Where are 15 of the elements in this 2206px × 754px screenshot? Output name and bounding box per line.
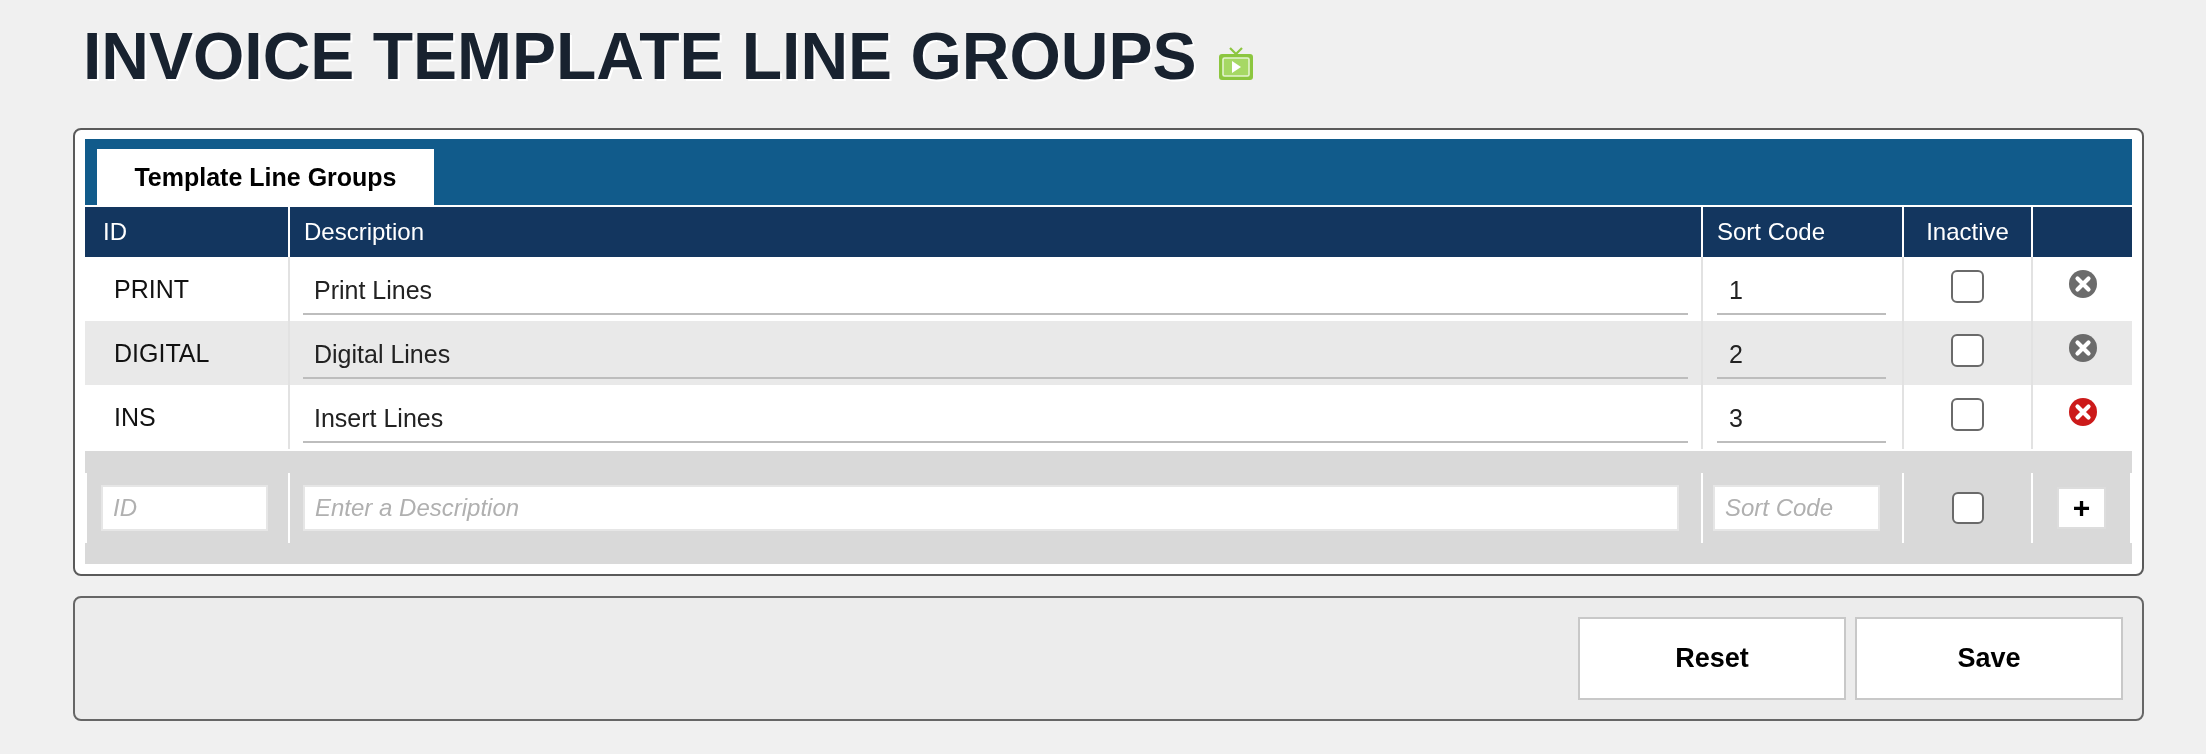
row-id-label: DIGITAL bbox=[114, 338, 210, 368]
tab[interactable]: Template Line Groups bbox=[97, 149, 434, 205]
row-id-label: PRINT bbox=[114, 274, 189, 304]
x-circle-icon[interactable] bbox=[2068, 334, 2097, 362]
sort-code-input[interactable]: Sort Code bbox=[1713, 485, 1880, 531]
id-input[interactable]: ID bbox=[101, 485, 268, 531]
page-title: INVOICE TEMPLATE LINE GROUPS bbox=[83, 18, 1197, 94]
column-header: ID bbox=[102, 217, 128, 247]
action-button[interactable]: Reset bbox=[1578, 617, 1846, 700]
action-button[interactable]: Save bbox=[1855, 617, 2123, 700]
x-circle-icon[interactable] bbox=[2068, 270, 2097, 298]
add-button[interactable]: + bbox=[2057, 487, 2106, 529]
description-input[interactable]: Enter a Description bbox=[303, 485, 1679, 531]
x-circle-icon[interactable] bbox=[2068, 398, 2097, 426]
row-id-label: INS bbox=[114, 402, 156, 432]
